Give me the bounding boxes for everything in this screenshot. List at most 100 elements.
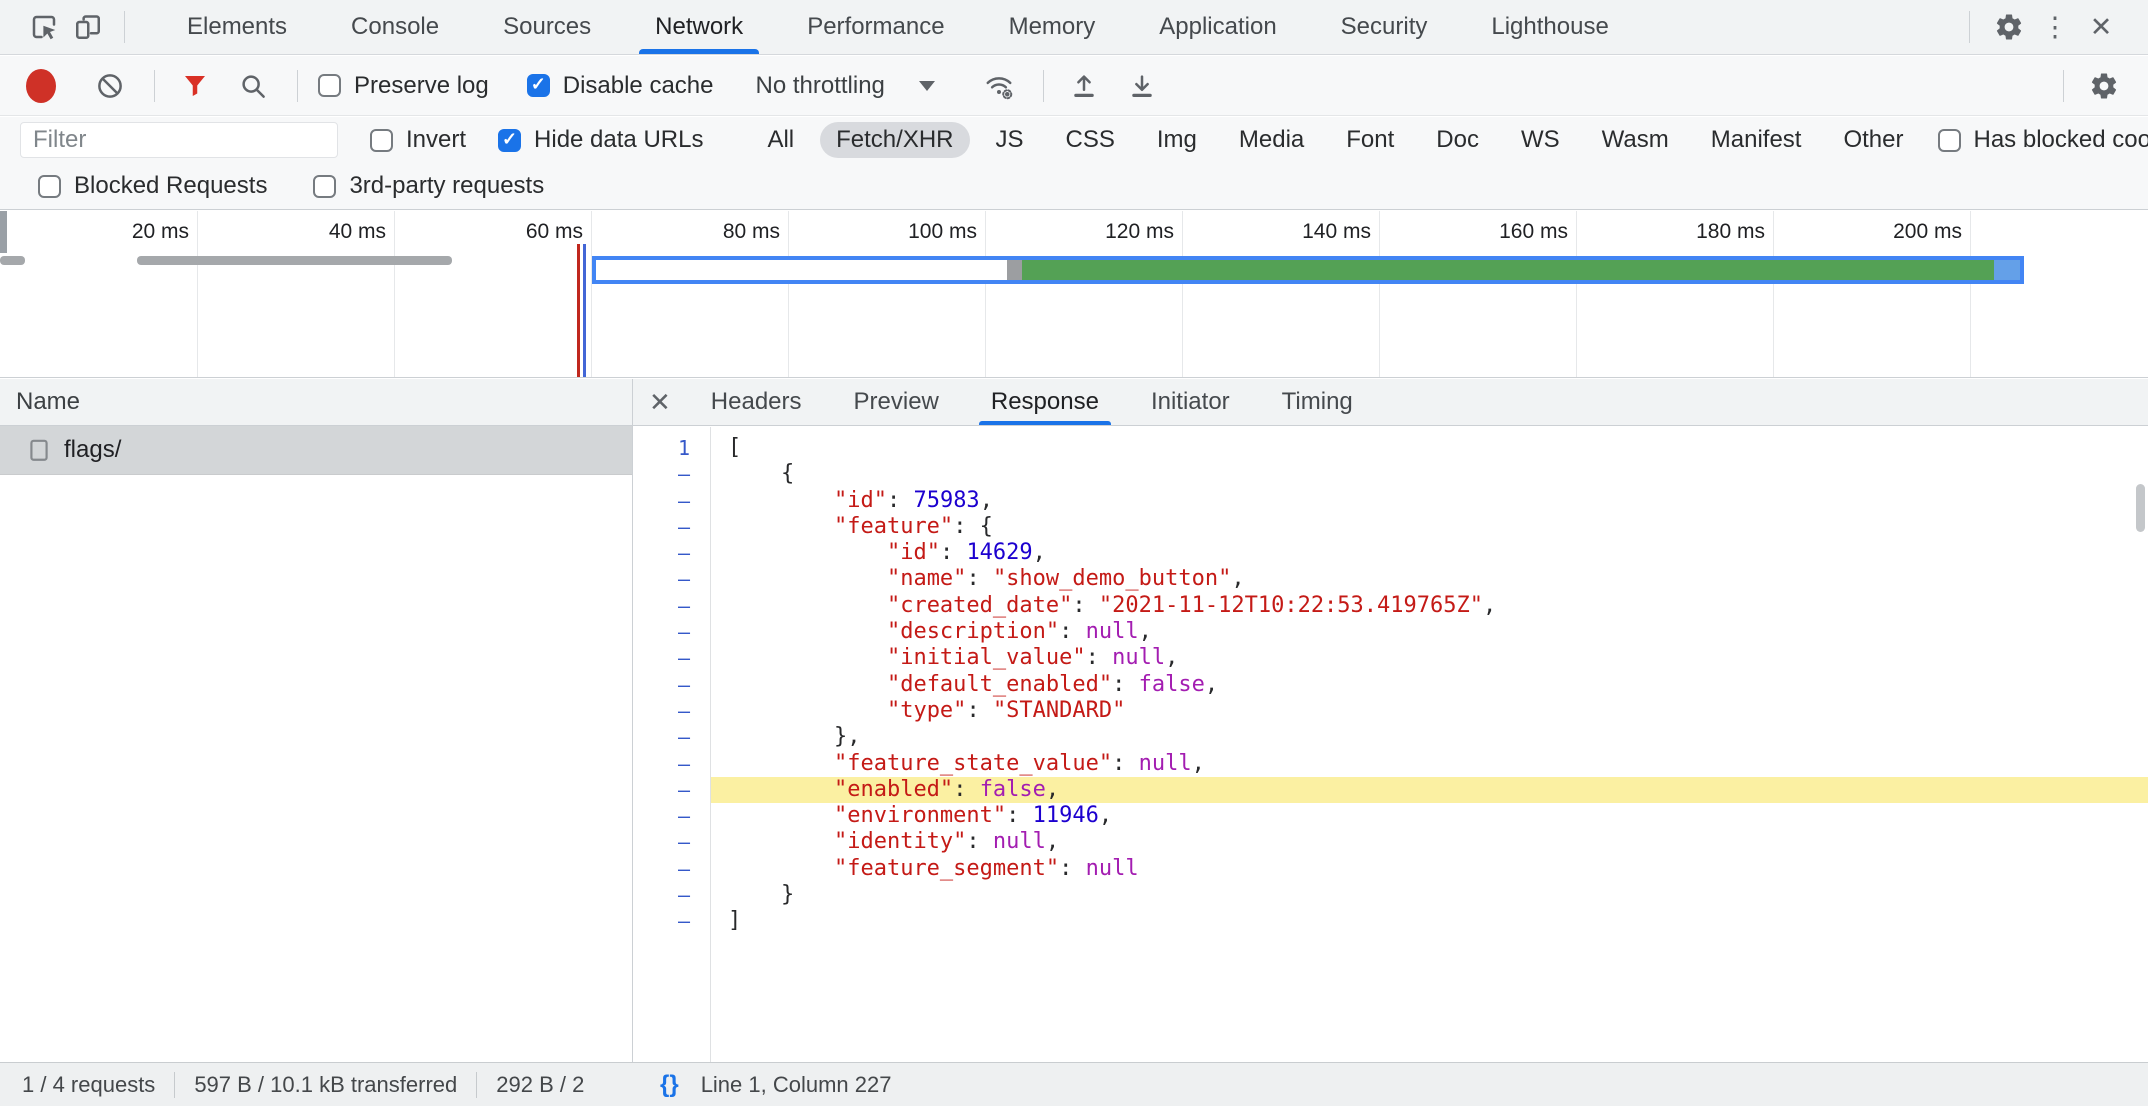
divider (1969, 11, 1970, 43)
search-button[interactable] (233, 66, 273, 106)
gutter-line-marker[interactable]: – (633, 461, 710, 487)
throttling-dropdown[interactable]: No throttling (755, 72, 934, 100)
filter-pill-font[interactable]: Font (1330, 122, 1410, 158)
pretty-print-button[interactable]: {} (660, 1071, 679, 1099)
disable-cache-checkbox[interactable]: Disable cache (527, 72, 714, 100)
third-party-requests-checkbox[interactable]: 3rd-party requests (313, 172, 544, 200)
gutter-line-marker[interactable]: – (633, 593, 710, 619)
filter-pill-css[interactable]: CSS (1050, 122, 1131, 158)
gutter-line-marker[interactable]: – (633, 645, 710, 671)
gutter-line-marker[interactable]: – (633, 672, 710, 698)
checkbox-checked (498, 129, 521, 152)
gutter-line-marker[interactable]: – (633, 777, 710, 803)
hide-data-urls-checkbox[interactable]: Hide data URLs (498, 126, 703, 154)
tab-preview[interactable]: Preview (848, 379, 945, 425)
timeline-gridline (1182, 211, 1183, 377)
tab-timing[interactable]: Timing (1276, 379, 1359, 425)
gutter-line-marker[interactable]: – (633, 856, 710, 882)
gutter-line-marker[interactable]: – (633, 566, 710, 592)
gutter-line-marker[interactable]: – (633, 803, 710, 829)
close-details-button[interactable]: ✕ (633, 387, 685, 418)
filter-pill-media[interactable]: Media (1223, 122, 1320, 158)
vertical-scrollbar[interactable] (2136, 484, 2145, 532)
tab-response[interactable]: Response (985, 379, 1105, 425)
timeline-tick-label: 100 ms (857, 220, 977, 244)
code-line: "initial_value": null, (711, 645, 2148, 671)
preserve-log-checkbox[interactable]: Preserve log (318, 72, 489, 100)
gear-icon (1994, 12, 2024, 42)
gutter-line-marker[interactable]: – (633, 829, 710, 855)
filter-toggle-button[interactable] (175, 66, 215, 106)
filter-pill-manifest[interactable]: Manifest (1695, 122, 1818, 158)
clear-icon (95, 71, 125, 101)
tab-initiator[interactable]: Initiator (1145, 379, 1236, 425)
waterfall-bar-other[interactable] (0, 256, 25, 265)
network-overview-timeline[interactable]: 20 ms 40 ms 60 ms 80 ms 100 ms 120 ms 14… (0, 211, 2148, 378)
settings-button[interactable] (1986, 4, 2032, 50)
filter-pill-js[interactable]: JS (980, 122, 1040, 158)
tab-memory[interactable]: Memory (1003, 0, 1102, 54)
tab-console[interactable]: Console (345, 0, 445, 54)
gutter-line-marker[interactable]: – (633, 540, 710, 566)
invert-checkbox[interactable]: Invert (370, 126, 466, 154)
tab-security[interactable]: Security (1335, 0, 1434, 54)
waterfall-bar-other[interactable] (137, 256, 452, 265)
filter-pill-wasm[interactable]: Wasm (1586, 122, 1685, 158)
gutter-line-marker[interactable]: – (633, 908, 710, 934)
filter-input[interactable] (20, 122, 338, 158)
divider (476, 1072, 477, 1098)
code-line: { (711, 461, 2148, 487)
device-toolbar-icon (73, 12, 103, 42)
filter-pill-img[interactable]: Img (1141, 122, 1213, 158)
waterfall-bar-selected[interactable] (592, 256, 2024, 284)
name-header-label: Name (16, 388, 80, 416)
tab-headers[interactable]: Headers (705, 379, 808, 425)
has-blocked-cookies-checkbox[interactable]: Has blocked cookies (1938, 126, 2148, 154)
filter-pill-ws[interactable]: WS (1505, 122, 1576, 158)
code-line: "environment": 11946, (711, 803, 2148, 829)
gutter-line-marker[interactable]: – (633, 619, 710, 645)
name-column-header[interactable]: Name (0, 379, 632, 426)
transferred-size: 597 B / 10.1 kB transferred (194, 1072, 457, 1098)
gutter-line-marker[interactable]: – (633, 698, 710, 724)
divider (154, 70, 155, 102)
request-row-flags[interactable]: flags/ (0, 426, 632, 475)
filter-pill-all[interactable]: All (751, 122, 810, 158)
network-settings-button[interactable] (2084, 66, 2124, 106)
blocked-requests-checkbox[interactable]: Blocked Requests (38, 172, 267, 200)
tab-elements[interactable]: Elements (181, 0, 293, 54)
code-line: [ (711, 435, 2148, 461)
gutter-line-marker[interactable]: – (633, 488, 710, 514)
request-filters-row: Blocked Requests 3rd-party requests (0, 163, 2148, 210)
gutter-line-marker[interactable]: – (633, 751, 710, 777)
filter-pill-fetch-xhr[interactable]: Fetch/XHR (820, 122, 969, 158)
response-body-view[interactable]: 1–––––––––––––––––– [ { "id": 75983, "fe… (633, 427, 2148, 1062)
filter-pill-doc[interactable]: Doc (1420, 122, 1495, 158)
tab-network[interactable]: Network (649, 0, 749, 54)
record-network-log-button[interactable] (26, 69, 56, 103)
network-conditions-button[interactable] (979, 66, 1019, 106)
tab-performance[interactable]: Performance (801, 0, 950, 54)
tab-sources[interactable]: Sources (497, 0, 597, 54)
third-party-requests-label: 3rd-party requests (349, 172, 544, 200)
clear-network-log-button[interactable] (90, 66, 130, 106)
device-toolbar-button[interactable] (66, 5, 110, 49)
import-har-button[interactable] (1064, 66, 1104, 106)
close-devtools-button[interactable]: ✕ (2078, 4, 2124, 50)
tab-application[interactable]: Application (1153, 0, 1282, 54)
filter-pill-other[interactable]: Other (1827, 122, 1919, 158)
timeline-gridline (197, 211, 198, 377)
gutter-line-marker[interactable]: – (633, 882, 710, 908)
tab-lighthouse[interactable]: Lighthouse (1485, 0, 1614, 54)
gutter-line-marker[interactable]: – (633, 724, 710, 750)
inspect-element-button[interactable] (22, 5, 66, 49)
checkbox-unchecked (370, 129, 393, 152)
wifi-gear-icon (984, 71, 1014, 101)
export-har-button[interactable] (1122, 66, 1162, 106)
waterfall-segment-green (1022, 260, 1994, 280)
gutter-line-marker[interactable]: 1 (633, 435, 710, 461)
more-options-button[interactable]: ⋮ (2032, 4, 2078, 50)
timeline-tick-label: 180 ms (1645, 220, 1765, 244)
checkbox-unchecked (1938, 129, 1961, 152)
gutter-line-marker[interactable]: – (633, 514, 710, 540)
